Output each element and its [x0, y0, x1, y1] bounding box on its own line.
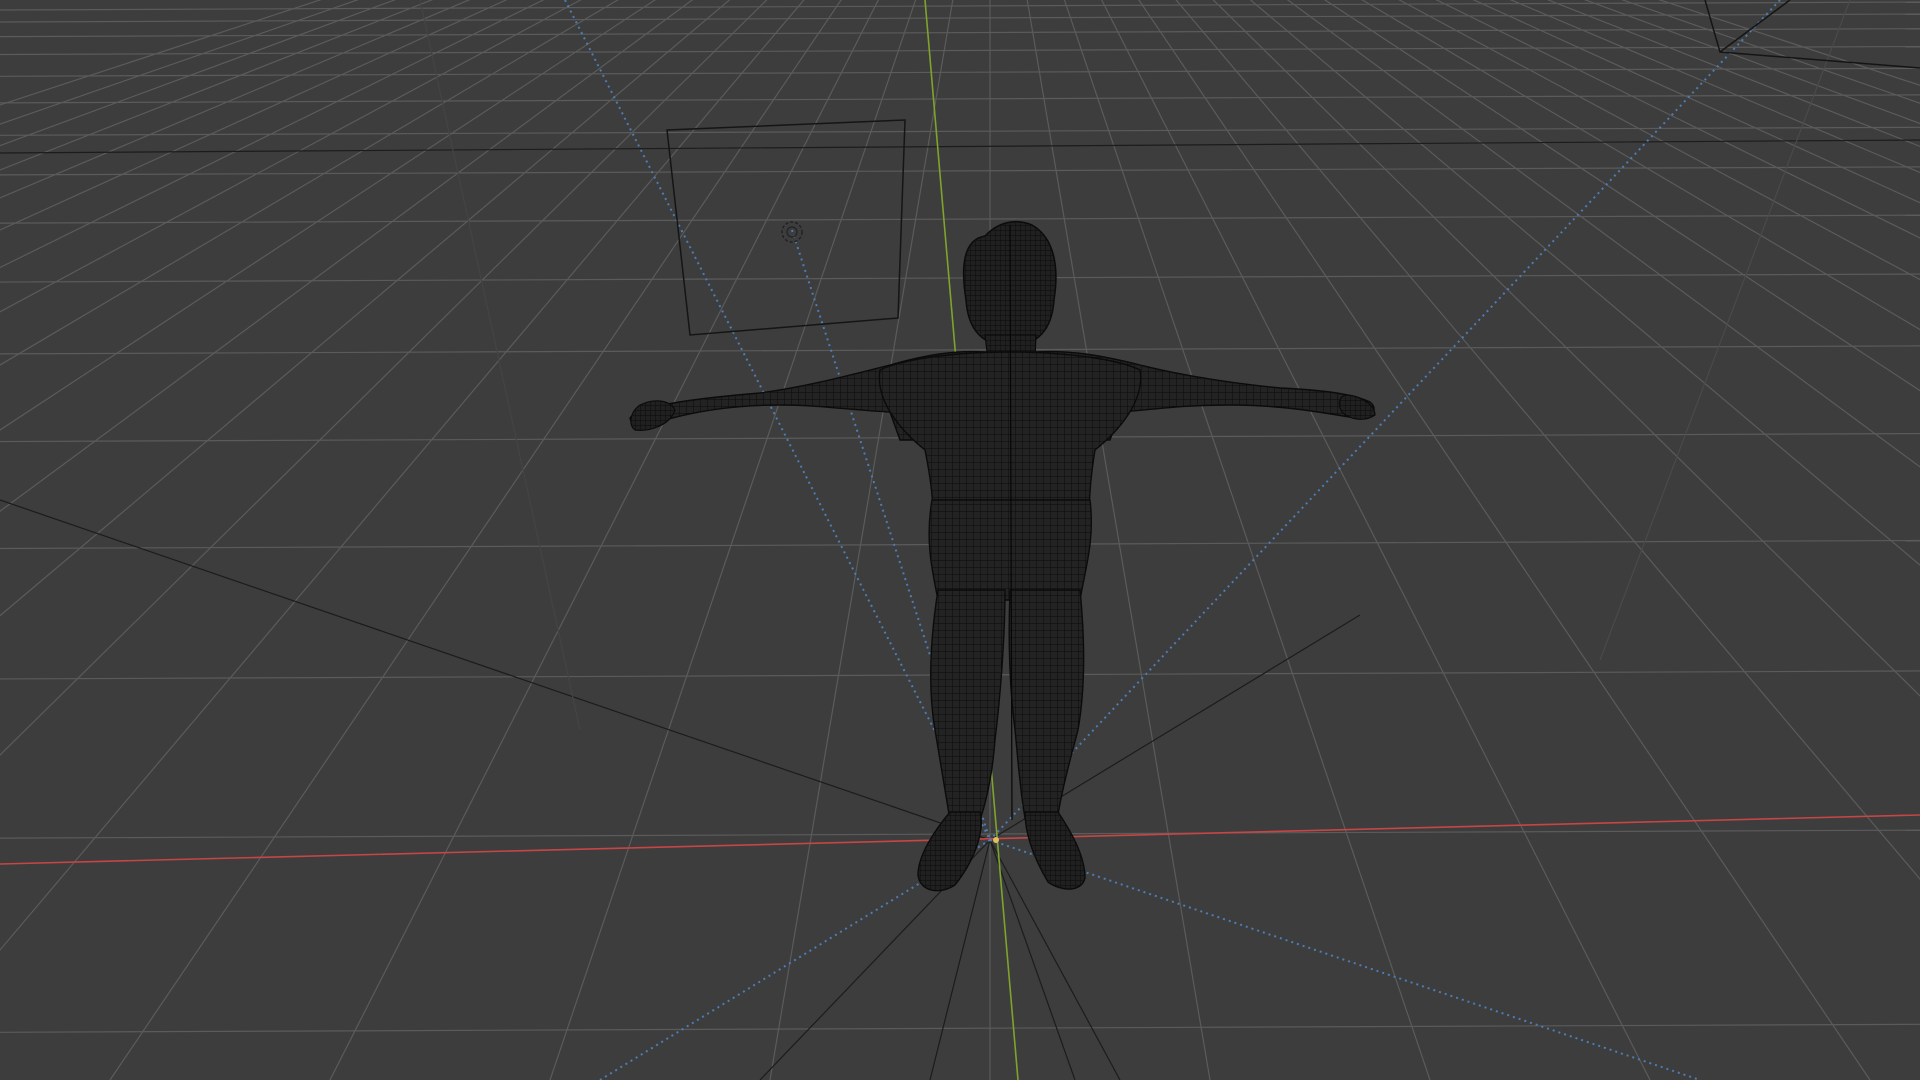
- grid-line: [549, 0, 917, 1080]
- grid-line: [1249, 0, 1920, 566]
- grid-line: [1621, 0, 1920, 104]
- grid-line: [0, 1, 1920, 11]
- grid-line: [109, 0, 842, 1080]
- grid-line: [0, 1023, 1920, 1033]
- camera-frame-secondary-icon[interactable]: [1704, 0, 1920, 69]
- grid-line: [1138, 0, 1871, 1080]
- light-rays: [564, 0, 1781, 1080]
- grid-line: [1546, 0, 1920, 148]
- grid-line: [0, 214, 1920, 224]
- grid-line: [329, 0, 879, 1080]
- camera-frame-icon[interactable]: [666, 119, 906, 336]
- grid-line: [1435, 0, 1920, 239]
- grid-line: [0, 166, 1920, 176]
- grid-line: [1212, 0, 1920, 697]
- grid-line: [0, 13, 1920, 23]
- grid-line: [1398, 0, 1920, 281]
- grid-line: [1361, 0, 1920, 331]
- wireframe-human-mesh-icon[interactable]: [629, 220, 1376, 892]
- grid-line: [1286, 0, 1920, 468]
- grid-line: [1323, 0, 1920, 392]
- grid-line: [1509, 0, 1920, 174]
- grid-line: [0, 273, 1920, 283]
- grid-line: [1472, 0, 1920, 204]
- grid-line: [0, 126, 1920, 136]
- grid-line: [1175, 0, 1920, 881]
- 3d-viewport[interactable]: [0, 0, 1920, 1080]
- origin-point: [993, 837, 999, 843]
- grid-line: [1658, 0, 1920, 86]
- grid-line: [1583, 0, 1920, 125]
- grid-line: [0, 0, 508, 231]
